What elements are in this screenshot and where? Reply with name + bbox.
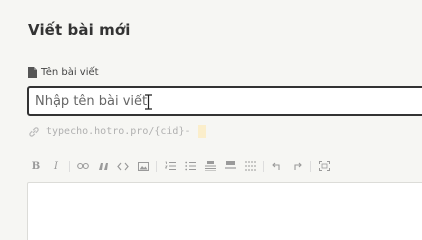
permalink-text: typecho.hotro.pro/{cid}-	[46, 126, 191, 137]
toolbar-divider	[263, 160, 264, 172]
write-post-page: Viết bài mới Tên bài viết typecho.hotro.…	[0, 0, 422, 240]
ordered-list-icon	[164, 161, 176, 170]
quote-button[interactable]	[95, 156, 111, 176]
heading-icon	[204, 161, 216, 171]
italic-button[interactable]: I	[48, 156, 64, 176]
slug-input[interactable]	[197, 125, 206, 138]
toolbar-divider	[69, 160, 70, 172]
code-icon	[117, 162, 129, 170]
more-icon	[244, 161, 256, 171]
bold-button[interactable]: B	[28, 156, 44, 176]
horizontal-rule-icon	[224, 161, 236, 169]
ordered-list-button[interactable]	[162, 156, 178, 176]
toolbar-divider	[156, 160, 157, 172]
redo-icon	[294, 162, 302, 170]
title-input[interactable]	[29, 88, 422, 114]
undo-icon	[272, 162, 280, 170]
unordered-list-icon	[184, 161, 196, 171]
title-input-wrapper	[27, 86, 422, 116]
code-button[interactable]	[115, 156, 131, 176]
fullscreen-icon	[318, 161, 330, 171]
editor-toolbar: B I	[28, 156, 422, 176]
page-title: Viết bài mới	[28, 21, 131, 39]
fullscreen-button[interactable]	[316, 156, 332, 176]
link-button[interactable]	[75, 156, 91, 176]
more-button[interactable]	[242, 156, 258, 176]
title-field-label-text: Tên bài viết	[41, 67, 99, 78]
content-editor[interactable]	[27, 182, 422, 240]
quote-icon	[98, 162, 108, 170]
title-field-label: Tên bài viết	[28, 67, 99, 78]
toolbar-divider	[310, 160, 311, 172]
redo-button[interactable]	[289, 156, 305, 176]
image-icon	[137, 161, 149, 171]
italic-icon: I	[54, 160, 58, 172]
horizontal-rule-button[interactable]	[222, 156, 238, 176]
undo-button[interactable]	[269, 156, 285, 176]
link-icon	[77, 162, 89, 170]
permalink-row: typecho.hotro.pro/{cid}-	[28, 125, 206, 138]
link-icon	[29, 126, 39, 137]
bold-icon: B	[31, 160, 41, 172]
heading-button[interactable]	[202, 156, 218, 176]
text-cursor-icon	[145, 94, 152, 110]
unordered-list-button[interactable]	[182, 156, 198, 176]
image-button[interactable]	[135, 156, 151, 176]
document-icon	[28, 67, 37, 78]
